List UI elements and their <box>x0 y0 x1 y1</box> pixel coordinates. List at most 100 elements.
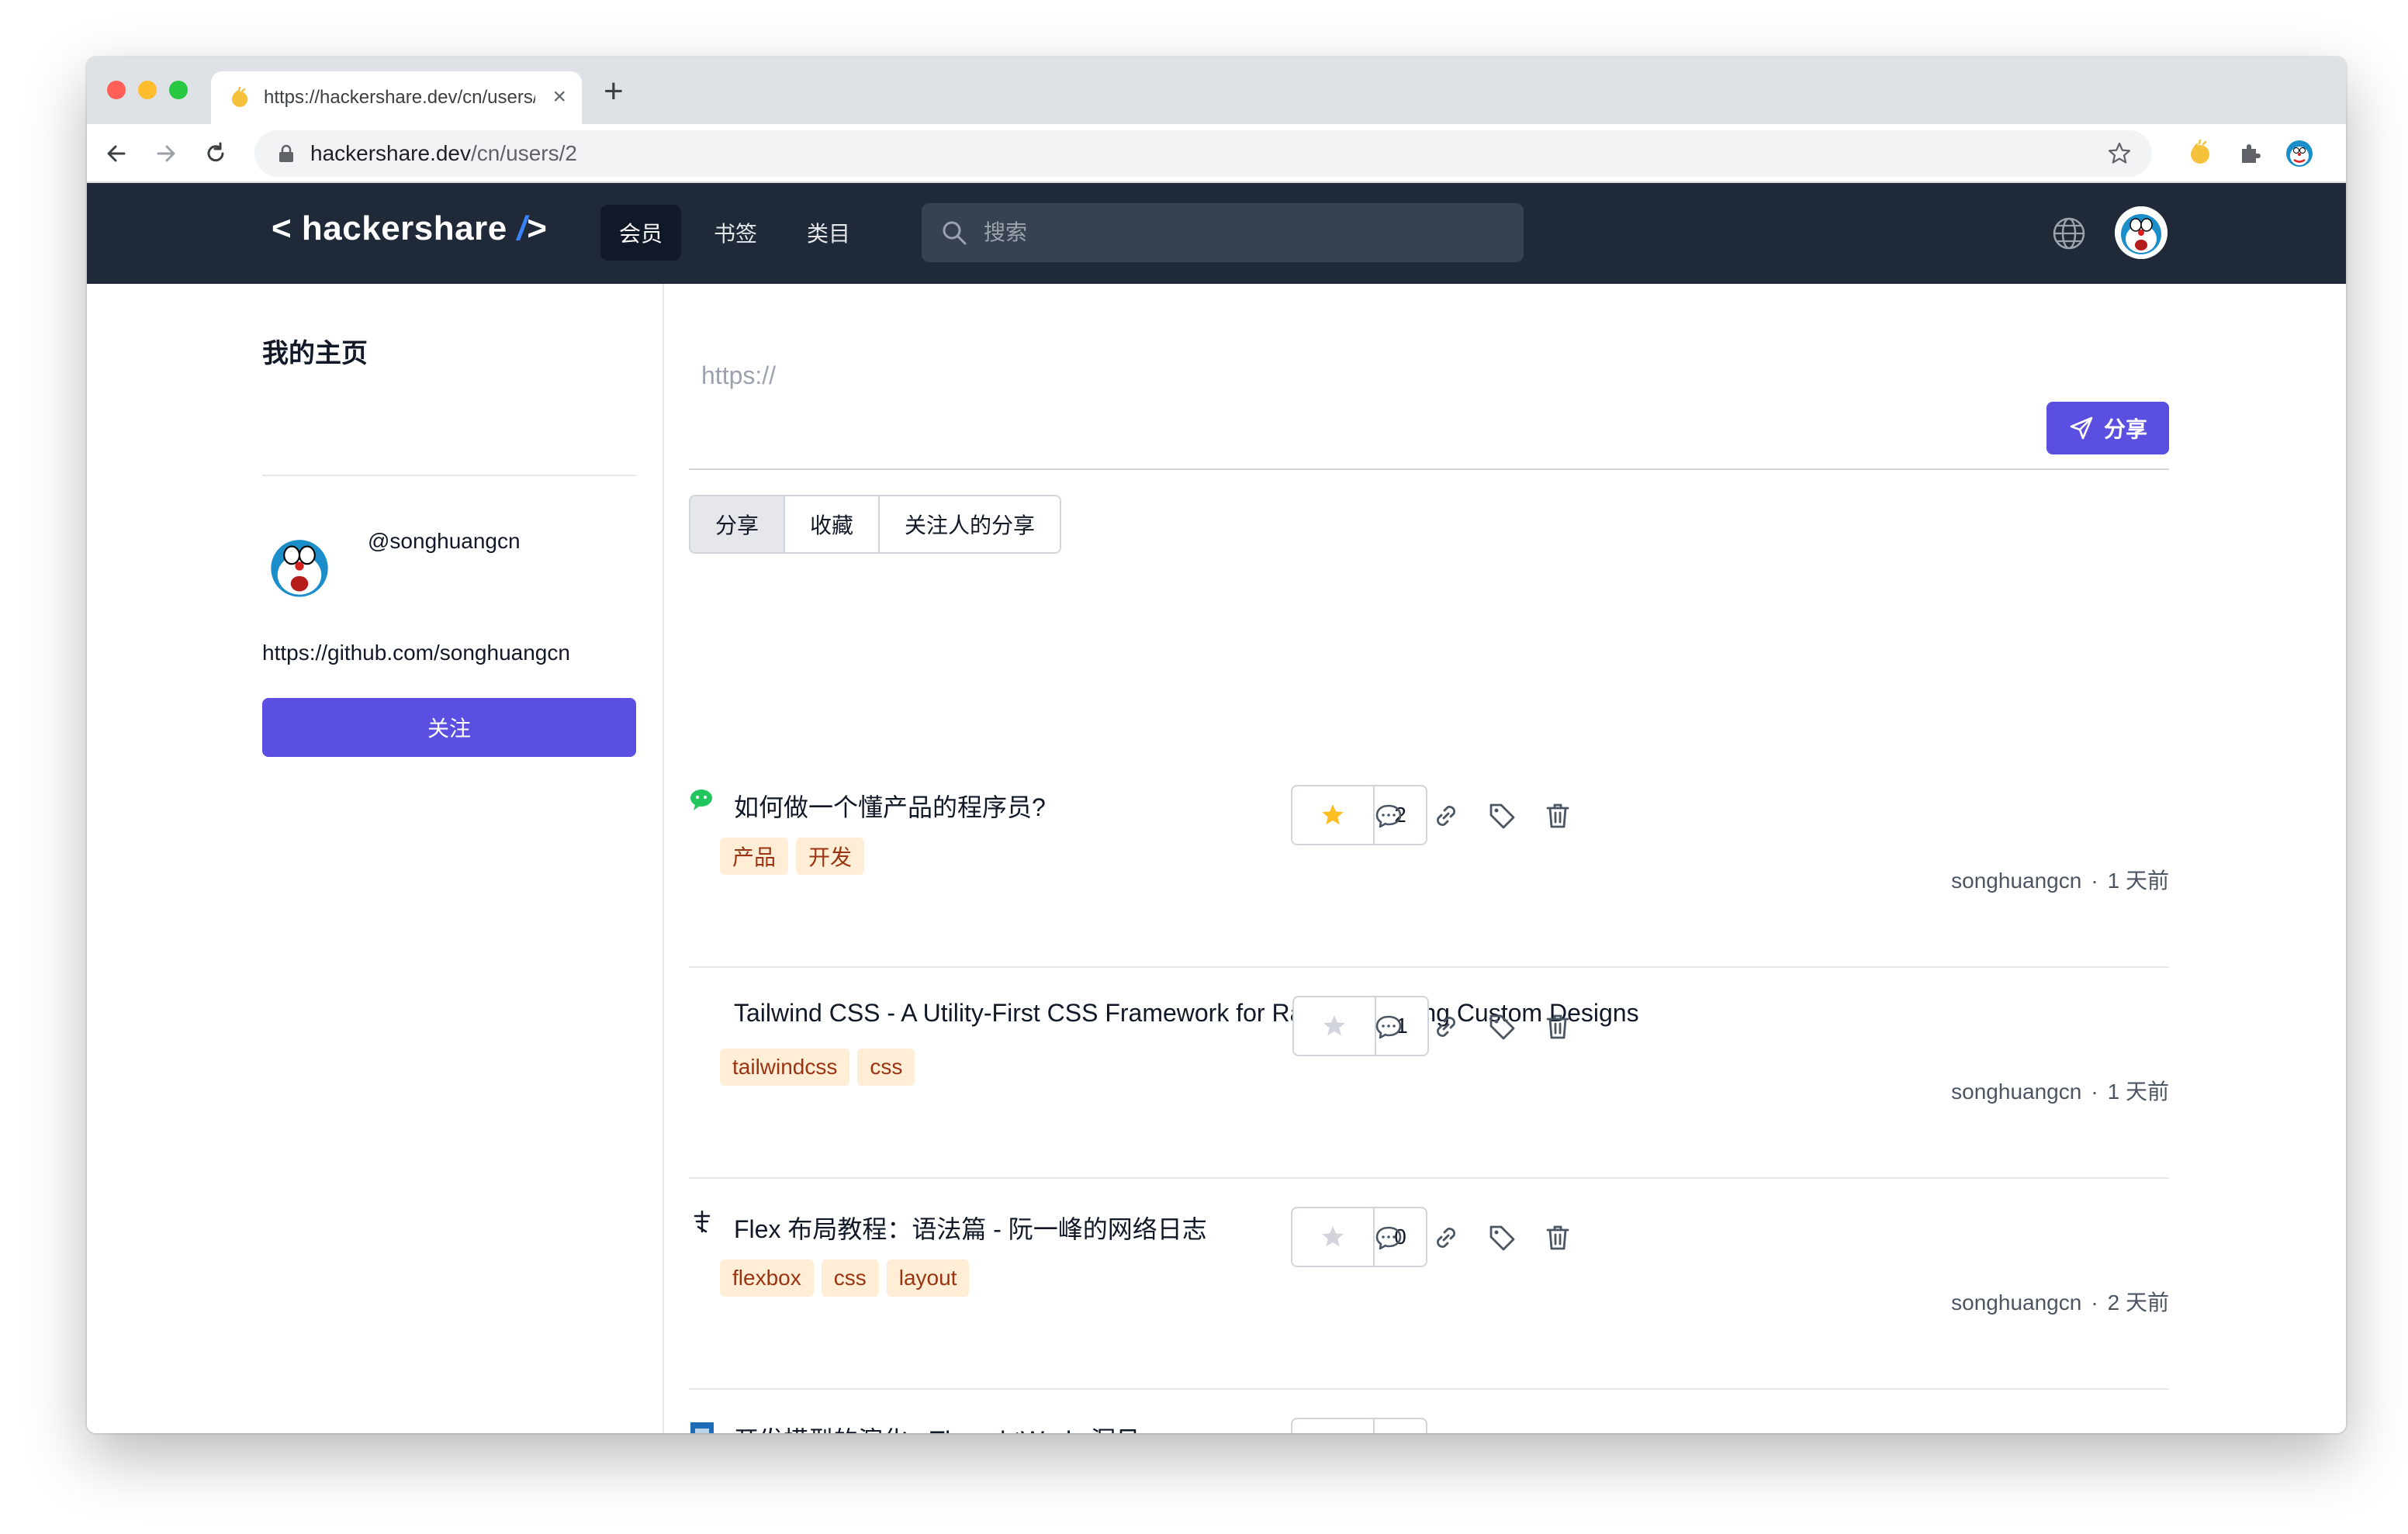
tag-icon[interactable] <box>1486 800 1517 831</box>
comment-icon[interactable] <box>1373 800 1404 831</box>
page-content: 我的主页 @songhuangcn https://github.com/son… <box>87 284 2346 1433</box>
post-item: Flex 布局教程：语法篇 - 阮一峰的网络日志 flexbox css layout… <box>689 1179 2169 1390</box>
meta-separator: · <box>2091 1080 2098 1104</box>
doraemon-avatar-icon <box>262 529 337 603</box>
post-item: 开发模型的演化 - ThoughtWorks洞见软件工程产品0songhuang… <box>689 1390 2169 1433</box>
comment-icon[interactable] <box>1373 1011 1404 1042</box>
close-window-button[interactable] <box>107 81 126 99</box>
trash-icon[interactable] <box>1542 800 1573 831</box>
tab-title: https://hackershare.dev/cn/users/2 <box>264 87 535 108</box>
star-vote: 2 <box>1291 785 1427 845</box>
follow-button[interactable]: 关注 <box>262 698 636 757</box>
star-count: 0 <box>1375 1419 1426 1433</box>
post-author[interactable]: songhuangcn <box>1951 869 2081 893</box>
browser-tabstrip: https://hackershare.dev/cn/users/2 × + <box>87 57 2346 124</box>
tag[interactable]: 开发 <box>796 838 865 875</box>
post-title[interactable]: Flex 布局教程：语法篇 - 阮一峰的网络日志 <box>734 1210 1207 1246</box>
site-logo[interactable]: < hackershare /> <box>272 209 547 248</box>
profile-avatar <box>262 529 337 603</box>
tab-following-shares[interactable]: 关注人的分享 <box>880 496 1060 552</box>
link-icon[interactable] <box>1431 1222 1462 1253</box>
post-time: 1 天前 <box>2107 1080 2169 1104</box>
back-arrow-icon[interactable] <box>102 140 130 168</box>
minimize-window-button[interactable] <box>138 81 157 99</box>
search-input[interactable] <box>984 203 1503 262</box>
tag[interactable]: css <box>857 1049 915 1086</box>
extension-clap-icon[interactable] <box>2186 140 2214 168</box>
post-meta: songhuangcn · 1 天前 <box>1951 864 2169 895</box>
post-meta: songhuangcn · 2 天前 <box>1951 1286 2169 1317</box>
tag[interactable]: layout <box>886 1259 970 1297</box>
star-icon <box>1322 804 1344 825</box>
profile-avatar-icon[interactable] <box>2285 140 2313 168</box>
post-author[interactable]: songhuangcn <box>1951 1080 2081 1104</box>
paper-plane-icon <box>2070 416 2093 440</box>
bookmark-star-icon[interactable] <box>2107 141 2132 166</box>
forward-arrow-icon[interactable] <box>152 140 180 168</box>
tag[interactable]: tailwindcss <box>720 1049 850 1086</box>
link-icon[interactable] <box>1431 1011 1462 1042</box>
lock-icon <box>279 144 293 162</box>
post-time: 1 天前 <box>2107 869 2169 893</box>
tag-icon[interactable] <box>1486 1222 1517 1253</box>
tab-favorites[interactable]: 收藏 <box>785 496 881 552</box>
profile-username: @songhuangcn <box>368 529 521 553</box>
post-author[interactable]: songhuangcn <box>1951 1290 2081 1315</box>
address-url: hackershare.dev/cn/users/2 <box>310 141 577 166</box>
star-button[interactable] <box>1294 997 1376 1055</box>
star-vote: 0 <box>1291 1418 1427 1433</box>
maximize-window-button[interactable] <box>169 81 188 99</box>
logo-text: < hackershare <box>272 209 517 247</box>
star-button[interactable] <box>1292 1419 1375 1433</box>
trash-icon[interactable] <box>1542 1222 1573 1253</box>
star-button[interactable] <box>1292 786 1375 844</box>
share-url-input[interactable] <box>689 346 2008 405</box>
site-search[interactable] <box>922 203 1524 262</box>
profile-page-title: 我的主页 <box>262 339 368 368</box>
post-tags: 产品 开发 <box>720 838 865 875</box>
nav-categories[interactable]: 类目 <box>788 205 869 261</box>
new-tab-button[interactable]: + <box>604 74 624 109</box>
post-item: Tailwind CSS - A Utility-First CSS Frame… <box>689 968 2169 1179</box>
star-vote: 1 <box>1292 996 1429 1056</box>
meta-separator: · <box>2091 1290 2098 1315</box>
browser-window: https://hackershare.dev/cn/users/2 × + h… <box>87 57 2346 1433</box>
share-input-underline <box>689 468 2169 470</box>
star-button[interactable] <box>1292 1208 1375 1266</box>
sidebar-divider <box>663 284 664 1433</box>
tag[interactable]: css <box>821 1259 879 1297</box>
ruanyifeng-icon <box>689 1208 715 1235</box>
trash-icon[interactable] <box>1542 1011 1573 1042</box>
user-avatar[interactable] <box>2115 206 2168 259</box>
site-header: < hackershare /> 会员 书签 类目 <box>87 183 2346 284</box>
wechat-icon <box>689 786 715 813</box>
comment-icon[interactable] <box>1373 1222 1404 1253</box>
logo-slash: / <box>517 209 528 247</box>
url-path: /cn/users/2 <box>471 141 577 165</box>
nav-bookmarks[interactable]: 书签 <box>695 205 776 261</box>
star-icon <box>1322 1226 1344 1247</box>
tag[interactable]: flexbox <box>720 1259 814 1297</box>
address-bar[interactable]: hackershare.dev/cn/users/2 <box>254 130 2152 177</box>
thoughtworks-icon <box>689 1419 715 1433</box>
post-item: 如何做一个懂产品的程序员? 产品 开发 2 songhuangcn · 1 天前 <box>689 757 2169 968</box>
share-button[interactable]: 分享 <box>2046 402 2169 454</box>
tag[interactable]: 产品 <box>720 838 789 875</box>
reload-icon[interactable] <box>202 140 230 168</box>
post-tags: tailwindcss css <box>720 1049 915 1086</box>
tab-shares[interactable]: 分享 <box>690 496 786 552</box>
tag-icon[interactable] <box>1486 1011 1517 1042</box>
share-button-label: 分享 <box>2103 417 2147 441</box>
post-meta: songhuangcn · 1 天前 <box>1951 1075 2169 1106</box>
post-title[interactable]: 如何做一个懂产品的程序员? <box>734 788 1046 824</box>
globe-icon[interactable] <box>2051 216 2087 251</box>
browser-menu-icon[interactable] <box>2335 140 2346 168</box>
tab-close-icon[interactable]: × <box>552 85 566 109</box>
extensions-puzzle-icon[interactable] <box>2236 140 2264 168</box>
profile-github-link[interactable]: https://github.com/songhuangcn <box>262 641 570 665</box>
clapping-hands-icon <box>232 87 247 107</box>
link-icon[interactable] <box>1431 800 1462 831</box>
browser-tab[interactable]: https://hackershare.dev/cn/users/2 × <box>211 71 582 124</box>
nav-members[interactable]: 会员 <box>600 205 682 261</box>
post-title[interactable]: 开发模型的演化 - ThoughtWorks洞见 <box>734 1421 1140 1433</box>
